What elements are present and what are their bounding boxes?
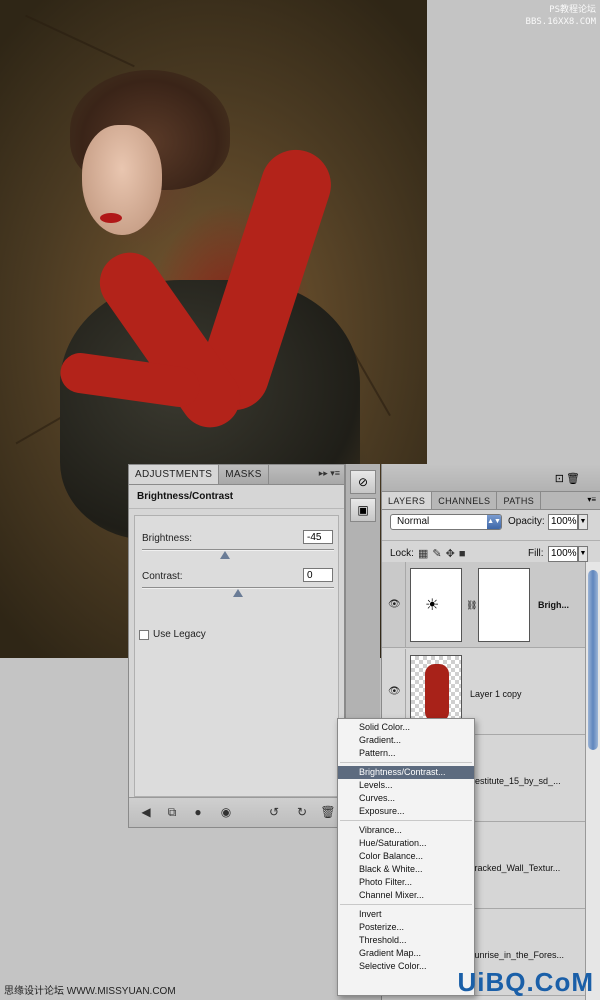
lock-options[interactable]: ▦✎✥■	[418, 547, 470, 560]
brightness-slider-thumb[interactable]	[219, 551, 230, 559]
menu-item[interactable]: Solid Color...	[338, 721, 474, 734]
visibility-eye-icon[interactable]: 👁	[388, 687, 401, 697]
previous-state-icon[interactable]: ↺	[265, 804, 283, 820]
mask-icon[interactable]: ●	[189, 804, 207, 820]
menu-item[interactable]: Gradient Map...	[338, 947, 474, 960]
menu-item[interactable]: Invert	[338, 908, 474, 921]
contrast-label: Contrast:	[142, 571, 183, 582]
layers-scrollbar[interactable]	[585, 562, 600, 1000]
menu-item[interactable]: Photo Filter...	[338, 876, 474, 889]
menu-item[interactable]: Levels...	[338, 779, 474, 792]
mask-toggle-icon[interactable]: ▣	[350, 498, 376, 522]
brightness-contrast-icon: ☀	[425, 597, 440, 614]
adjustments-panel: ADJUSTMENTS MASKS ▸▸ ▾≡ Brightness/Contr…	[128, 464, 345, 828]
opacity-label: Opacity:	[508, 516, 545, 527]
blend-mode-value: Normal	[397, 516, 430, 527]
visibility-eye-icon[interactable]: 👁	[388, 600, 401, 610]
trash-icon[interactable]: 🗑	[319, 804, 337, 820]
adjustments-footer: ◀ ⧉ ● ◉ ↺ ↻ 🗑	[129, 797, 344, 827]
layer-name[interactable]: sunrise_in_the_Fores...	[470, 950, 564, 960]
brightness-label: Brightness:	[142, 533, 193, 544]
lock-all-icon[interactable]: ■	[459, 548, 470, 560]
chain-link-icon[interactable]: ⛓	[466, 600, 477, 611]
clip-to-layer-icon[interactable]: ⧉	[163, 804, 181, 820]
menu-item[interactable]: Exposure...	[338, 805, 474, 818]
watermark-bottom-right: UiBQ.CoM	[457, 967, 594, 997]
fill-dropdown-icon[interactable]: ▼	[578, 546, 588, 562]
reset-icon[interactable]: ↻	[293, 804, 311, 820]
blend-row: Normal ▲▼ Opacity: 100% ▼	[382, 512, 600, 538]
contrast-input[interactable]: 0	[303, 568, 333, 582]
lock-transparent-icon[interactable]: ▦	[418, 548, 432, 560]
menu-item[interactable]: Channel Mixer...	[338, 889, 474, 902]
menu-item[interactable]: Brightness/Contrast...	[338, 766, 474, 779]
menu-item[interactable]: Pattern...	[338, 747, 474, 760]
menu-separator	[338, 818, 474, 824]
lock-move-icon[interactable]: ✥	[446, 548, 459, 560]
layer-mask-thumbnail[interactable]	[478, 568, 530, 642]
menu-separator	[338, 902, 474, 908]
tab-channels[interactable]: CHANNELS	[432, 492, 498, 509]
adjustment-controls: Brightness: -45 Contrast: 0 Use Legacy	[134, 515, 339, 797]
menu-item[interactable]: Threshold...	[338, 934, 474, 947]
layer-name[interactable]: Layer 1 copy	[470, 689, 522, 699]
layers-top-bar: ⊡ 🗑	[382, 464, 600, 492]
layers-tabbar: LAYERS CHANNELS PATHS ▾≡	[382, 492, 600, 510]
tab-adjustments[interactable]: ADJUSTMENTS	[129, 465, 220, 484]
opacity-input[interactable]: 100%	[548, 514, 578, 530]
layer-name[interactable]: cracked_Wall_Textur...	[470, 863, 560, 873]
back-arrow-icon[interactable]: ◀	[137, 804, 155, 820]
menu-item[interactable]: Selective Color...	[338, 960, 474, 973]
panel-menu-icon[interactable]: ▸▸ ▾≡	[319, 468, 340, 479]
menu-separator	[338, 760, 474, 766]
adjustment-thumbnail: ☀	[410, 568, 462, 642]
eye-icon[interactable]: ◉	[217, 804, 235, 820]
blend-mode-select[interactable]: Normal ▲▼	[390, 514, 502, 530]
lock-brush-icon[interactable]: ✎	[432, 548, 445, 560]
menu-item[interactable]: Black & White...	[338, 863, 474, 876]
layer-row[interactable]: 👁 ☀ ⛓ Brigh...	[382, 562, 586, 648]
menu-item[interactable]: Gradient...	[338, 734, 474, 747]
adjustments-tabbar: ADJUSTMENTS MASKS ▸▸ ▾≡	[129, 465, 344, 485]
tab-paths[interactable]: PATHS	[497, 492, 542, 509]
use-legacy-label: Use Legacy	[153, 629, 206, 640]
contrast-slider-thumb[interactable]	[233, 589, 243, 597]
brush-preset-icon[interactable]: ⊘	[350, 470, 376, 494]
chevron-down-icon: ▲▼	[487, 515, 501, 529]
adjustment-title: Brightness/Contrast	[129, 485, 344, 509]
new-layer-icon[interactable]: ⊡	[555, 472, 564, 485]
menu-item[interactable]: Hue/Saturation...	[338, 837, 474, 850]
menu-item[interactable]: Curves...	[338, 792, 474, 805]
scrollbar-thumb[interactable]	[588, 570, 598, 750]
opacity-dropdown-icon[interactable]: ▼	[578, 514, 588, 530]
menu-item[interactable]: Color Balance...	[338, 850, 474, 863]
menu-item[interactable]: Vibrance...	[338, 824, 474, 837]
watermark-bottom-left: 思缘设计论坛 WWW.MISSYUAN.COM	[4, 986, 176, 997]
tab-masks[interactable]: MASKS	[219, 465, 269, 484]
brightness-slider[interactable]	[142, 549, 334, 551]
fill-label: Fill:	[528, 548, 544, 559]
adjustment-layer-menu: Solid Color... Gradient... Pattern... Brigh…	[337, 718, 475, 996]
watermark-top: PS教程论坛 BBS.16XX8.COM	[525, 5, 596, 27]
menu-item[interactable]: Posterize...	[338, 921, 474, 934]
layer-name[interactable]: Brigh...	[538, 600, 569, 610]
lock-label: Lock:	[390, 548, 414, 559]
fill-input[interactable]: 100%	[548, 546, 578, 562]
brightness-input[interactable]: -45	[303, 530, 333, 544]
panel-menu-icon[interactable]: ▾≡	[587, 495, 596, 504]
layer-name[interactable]: destitute_15_by_sd_...	[470, 776, 561, 786]
trash-icon[interactable]: 🗑	[566, 472, 580, 485]
use-legacy-checkbox[interactable]	[139, 630, 149, 640]
tab-layers[interactable]: LAYERS	[382, 492, 433, 509]
